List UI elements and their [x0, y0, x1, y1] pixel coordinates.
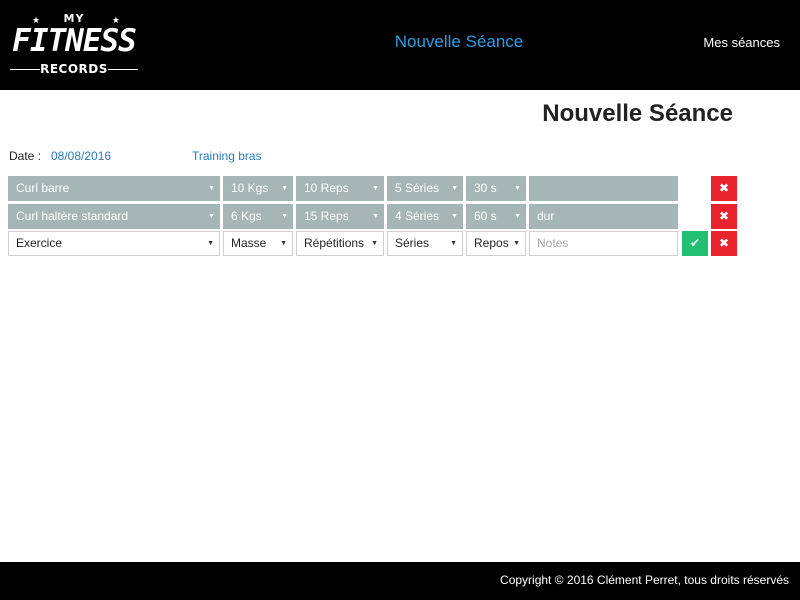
mass-select[interactable]: 10 Kgs ▼: [223, 176, 293, 201]
exercise-row: Curl barre ▼ 10 Kgs ▼ 10 Reps ▼ 5 Séries ▼ 3…: [8, 176, 738, 201]
mass-select[interactable]: Masse ▼: [223, 231, 293, 256]
caret-down-icon: ▼: [372, 213, 379, 220]
close-icon: ✖: [718, 209, 730, 223]
notes-field[interactable]: [529, 176, 678, 201]
delete-row-button[interactable]: ✖: [711, 176, 737, 201]
notes-placeholder: Notes: [537, 236, 569, 250]
notes-input[interactable]: Notes: [529, 231, 678, 256]
exercise-select[interactable]: Exercice ▼: [8, 231, 220, 256]
caret-down-icon: ▼: [281, 185, 288, 192]
date-value[interactable]: 08/08/2016: [51, 149, 111, 163]
caret-down-icon: ▼: [513, 240, 520, 247]
delete-row-button[interactable]: ✖: [711, 204, 737, 229]
header: ★ MY ★ FITNESS RECORDS Nouvelle Séance M…: [0, 0, 800, 90]
series-select[interactable]: Séries ▼: [387, 231, 463, 256]
footer: Copyright © 2016 Clément Perret, tous dr…: [0, 562, 800, 600]
reps-select[interactable]: Répétitions ▼: [296, 231, 384, 256]
caret-down-icon: ▼: [372, 185, 379, 192]
exercise-row: Curl haltère standard ▼ 6 Kgs ▼ 15 Reps ▼ 4…: [8, 204, 738, 229]
rest-select[interactable]: 60 s ▼: [466, 204, 526, 229]
new-exercise-row: Exercice ▼ Masse ▼ Répétitions ▼ Séries ▼ Re…: [8, 231, 738, 256]
date-label: Date :: [9, 149, 42, 163]
mass-select[interactable]: 6 Kgs ▼: [223, 204, 293, 229]
session-date: Date : 08/08/2016: [9, 149, 111, 163]
caret-down-icon: ▼: [208, 213, 215, 220]
caret-down-icon: ▼: [451, 185, 458, 192]
series-select[interactable]: 5 Séries ▼: [387, 176, 463, 201]
copyright-text: Copyright © 2016 Clément Perret, tous dr…: [500, 573, 789, 587]
caret-down-icon: ▼: [281, 213, 288, 220]
delete-row-button[interactable]: ✖: [711, 231, 737, 256]
caret-down-icon: ▼: [514, 185, 521, 192]
logo-divider: [108, 69, 138, 70]
exercise-select[interactable]: Curl barre ▼: [8, 176, 220, 201]
rest-select[interactable]: 30 s ▼: [466, 176, 526, 201]
series-select[interactable]: 4 Séries ▼: [387, 204, 463, 229]
caret-down-icon: ▼: [280, 240, 287, 247]
nav-new-session-link[interactable]: Nouvelle Séance: [0, 32, 800, 52]
exercise-select[interactable]: Curl haltère standard ▼: [8, 204, 220, 229]
close-icon: ✖: [718, 181, 730, 195]
confirm-row-button[interactable]: ✔: [682, 231, 708, 256]
caret-down-icon: ▼: [371, 240, 378, 247]
caret-down-icon: ▼: [208, 185, 215, 192]
rest-select[interactable]: Repos ▼: [466, 231, 526, 256]
caret-down-icon: ▼: [207, 240, 214, 247]
nav-my-sessions-link[interactable]: Mes séances: [703, 35, 780, 50]
check-icon: ✔: [689, 236, 701, 250]
caret-down-icon: ▼: [451, 213, 458, 220]
notes-field[interactable]: dur: [529, 204, 678, 229]
caret-down-icon: ▼: [514, 213, 521, 220]
session-name[interactable]: Training bras: [192, 149, 262, 163]
close-icon: ✖: [718, 236, 730, 250]
caret-down-icon: ▼: [450, 240, 457, 247]
reps-select[interactable]: 10 Reps ▼: [296, 176, 384, 201]
page-title: Nouvelle Séance: [542, 100, 733, 127]
reps-select[interactable]: 15 Reps ▼: [296, 204, 384, 229]
